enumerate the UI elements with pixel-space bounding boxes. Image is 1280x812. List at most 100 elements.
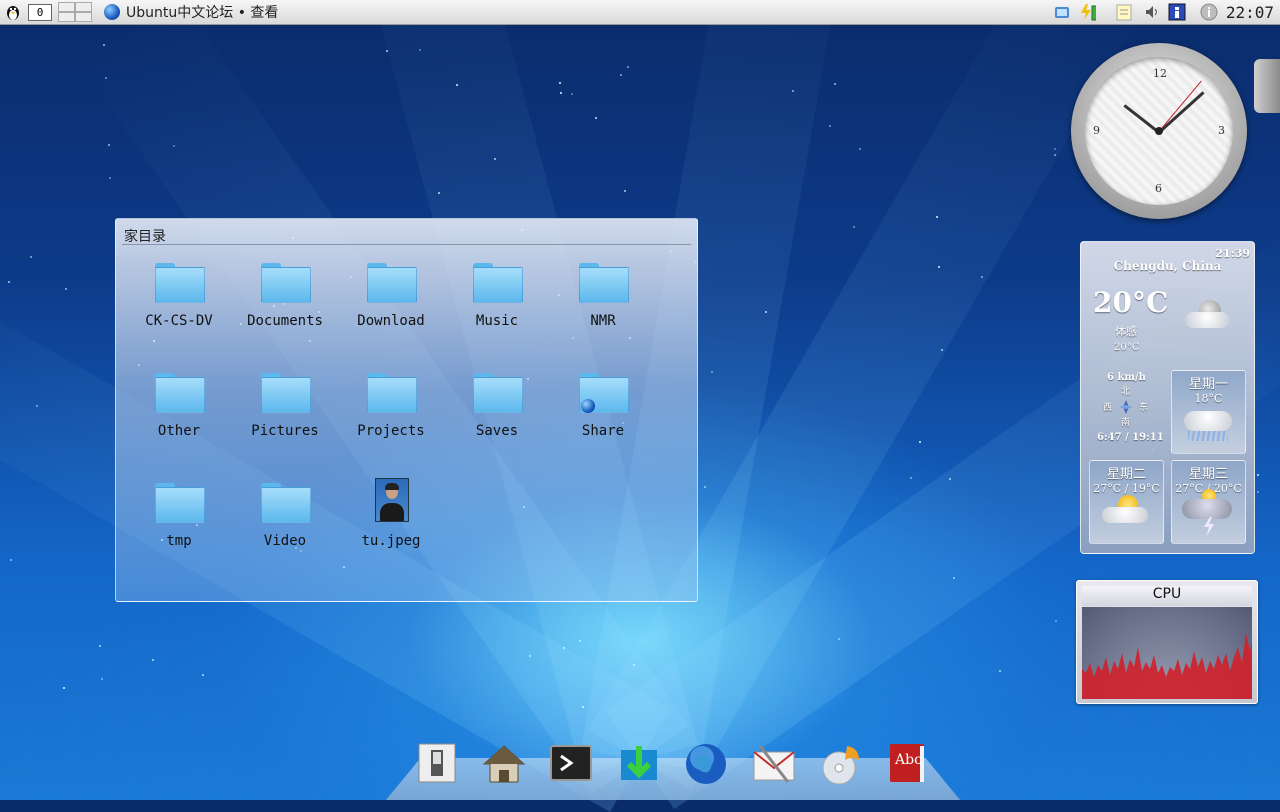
star: [1054, 154, 1056, 156]
file-item[interactable]: tu.jpeg: [338, 478, 444, 549]
forecast-day: 星期三 27°C / 20°C: [1171, 460, 1246, 544]
folder-icon: [261, 483, 311, 525]
folder-item[interactable]: Share: [550, 373, 656, 439]
network-monitor-icon[interactable]: [1053, 3, 1071, 21]
folder-icon: [367, 263, 417, 305]
star: [108, 144, 110, 146]
star: [620, 74, 622, 76]
mail-icon[interactable]: [752, 742, 796, 786]
folder-label: CK-CS-DV: [145, 313, 213, 329]
folder-icon: [155, 483, 205, 525]
feels-like-label: 体感: [1115, 325, 1137, 338]
globe-icon[interactable]: [684, 742, 728, 786]
star: [910, 477, 912, 479]
clock-numeral: 6: [1155, 182, 1162, 195]
dashboard-toggle-button[interactable]: [1254, 59, 1280, 113]
folder-item[interactable]: Other: [126, 373, 232, 439]
wind-direction-icon: [1119, 399, 1133, 418]
folder-icon: [473, 373, 523, 415]
star: [109, 177, 111, 179]
wind-speed: 6 km/h: [1107, 372, 1146, 383]
folder-item[interactable]: Download: [338, 263, 444, 329]
folder-view-title: 家目录: [124, 229, 166, 245]
taskbar-item[interactable]: Ubuntu中文论坛 • 查看: [104, 2, 278, 22]
cpu-monitor-widget[interactable]: CPU: [1076, 580, 1258, 704]
star: [829, 125, 831, 127]
star: [529, 655, 531, 657]
sunrise-sunset: 6:47 / 19:11: [1097, 432, 1164, 443]
star: [386, 50, 388, 52]
forecast-day: 星期一 18°C: [1171, 370, 1246, 454]
folder-item[interactable]: NMR: [550, 263, 656, 329]
analog-clock-widget[interactable]: 12 3 6 9: [1071, 43, 1247, 219]
star: [1257, 474, 1259, 476]
desktop-number[interactable]: 0: [28, 4, 52, 21]
media-disc-icon[interactable]: [819, 742, 863, 786]
app-launcher-penguin-icon[interactable]: [4, 3, 22, 21]
star: [838, 638, 840, 640]
home-folder-view: 家目录 CK-CS-DV Documents Download Music NM…: [115, 218, 698, 602]
cpu-usage-graph: [1082, 607, 1252, 699]
star: [704, 486, 706, 488]
clock-center: [1155, 127, 1163, 135]
star: [152, 659, 154, 661]
weather-widget[interactable]: 21:39 Chengdu, China 20°C 体感 20°C 6 km/h…: [1080, 241, 1255, 554]
folder-icon: [473, 263, 523, 305]
star: [559, 82, 561, 84]
feels-like-value: 20°C: [1114, 342, 1140, 353]
clock-numeral: 12: [1153, 67, 1167, 80]
download-icon[interactable]: [617, 742, 661, 786]
home-icon[interactable]: [482, 742, 526, 786]
folder-item[interactable]: Documents: [232, 263, 338, 329]
forecast-temps: 18°C: [1194, 392, 1223, 405]
folder-item[interactable]: tmp: [126, 483, 232, 549]
star: [981, 276, 983, 278]
star: [711, 371, 713, 373]
star: [633, 664, 635, 666]
star: [563, 647, 565, 649]
cpu-title: CPU: [1082, 586, 1252, 606]
star: [595, 117, 597, 119]
battery-power-icon[interactable]: [1078, 3, 1096, 21]
panel-clock[interactable]: 22:07: [1226, 2, 1274, 22]
forecast-temps: 27°C / 19°C: [1093, 482, 1160, 495]
folder-item[interactable]: CK-CS-DV: [126, 263, 232, 329]
folder-item[interactable]: Pictures: [232, 373, 338, 439]
folder-item[interactable]: Saves: [444, 373, 550, 439]
notes-icon[interactable]: [1115, 3, 1133, 21]
folder-label: NMR: [590, 313, 616, 329]
folder-item[interactable]: Music: [444, 263, 550, 329]
star: [582, 706, 584, 708]
star: [103, 44, 105, 46]
folder-icon: [155, 263, 205, 305]
dictionary-icon[interactable]: Abc: [886, 742, 930, 786]
shared-folder-icon: [579, 373, 629, 415]
info-monitor-icon[interactable]: [1168, 3, 1186, 21]
star: [1054, 148, 1056, 150]
folder-label: Pictures: [251, 423, 319, 439]
star: [30, 256, 32, 258]
folder-label: Music: [475, 313, 519, 329]
star: [456, 84, 458, 86]
star: [938, 266, 940, 268]
star: [438, 192, 440, 194]
star: [65, 288, 67, 290]
notifications-info-icon[interactable]: [1200, 3, 1218, 21]
star: [1257, 491, 1259, 493]
volume-icon[interactable]: [1143, 3, 1161, 21]
star: [859, 148, 861, 150]
folder-item[interactable]: Video: [232, 483, 338, 549]
folder-label: Saves: [475, 423, 519, 439]
terminal-icon[interactable]: [549, 742, 593, 786]
weather-temperature: 20°C: [1093, 286, 1169, 319]
folder-icon: [367, 373, 417, 415]
folder-item[interactable]: Projects: [338, 373, 444, 439]
desktop-pager[interactable]: [58, 2, 92, 22]
star: [494, 158, 496, 160]
folder-label: Other: [157, 423, 201, 439]
file-label: tu.jpeg: [361, 533, 421, 549]
wind-dir-east: 东: [1139, 403, 1149, 413]
forecast-day-name: 星期三: [1188, 467, 1228, 482]
switch-icon[interactable]: [415, 742, 459, 786]
star: [999, 670, 1001, 672]
